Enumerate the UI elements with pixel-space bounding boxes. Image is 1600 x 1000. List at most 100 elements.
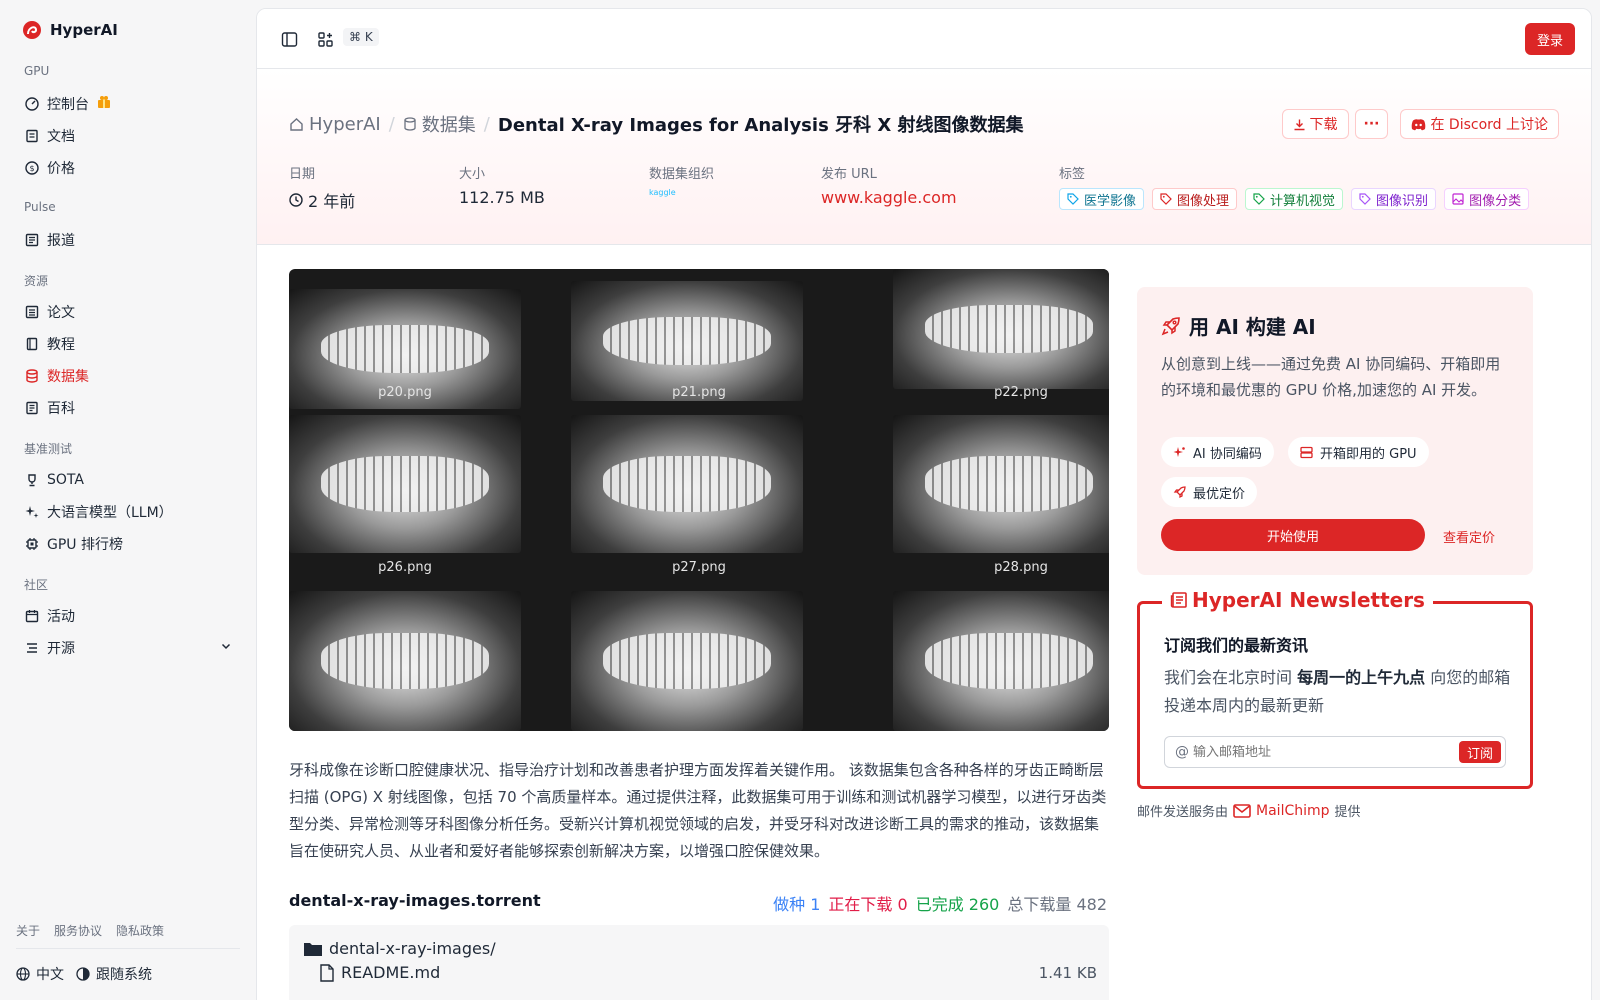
at-icon: @: [1175, 744, 1189, 760]
sidebar-item-label: 开源: [47, 641, 75, 657]
chip-ai-coding: AI 协同编码: [1161, 437, 1274, 467]
sidebar-item-reports[interactable]: 报道: [16, 226, 240, 254]
file-size: 1.41 KB: [1038, 964, 1097, 982]
notebook-icon: [24, 337, 39, 352]
theme-switch[interactable]: 跟随系统: [76, 964, 152, 984]
torrent-name: dental-x-ray-images.torrent: [289, 891, 541, 910]
tag-label: 图像识别: [1376, 193, 1429, 209]
chip-pricing: 最优定价: [1161, 477, 1258, 507]
more-button[interactable]: ···: [1354, 109, 1389, 139]
breadcrumb: HyperAI / 数据集 / Dental X-ray Images for …: [289, 111, 1023, 137]
theme-icon: [76, 967, 90, 981]
xray-thumbnail: [289, 415, 521, 553]
downloading-label: 正在下载: [828, 895, 893, 914]
brand[interactable]: HyperAI: [22, 20, 118, 40]
meta-url-label: 发布 URL: [821, 167, 877, 182]
database-icon: [24, 369, 39, 384]
svg-text:$: $: [29, 164, 34, 173]
subscribe-button[interactable]: 订阅: [1458, 741, 1501, 763]
total-label: 总下载量: [1007, 895, 1072, 914]
sidebar-item-open-source[interactable]: 开源: [16, 634, 240, 662]
mailchimp-label: MailChimp: [1256, 802, 1330, 819]
language-switch[interactable]: 中文: [16, 964, 64, 984]
sidebar: HyperAI GPU 控制台 文档 $ 价格 Pulse 报道 资源 论文 教…: [0, 0, 256, 1000]
newsletter-title-label: HyperAI Newsletters: [1192, 588, 1425, 612]
sidebar-item-label: SOTA: [47, 472, 84, 488]
sidebar-item-events[interactable]: 活动: [16, 602, 240, 630]
dollar-icon: $: [24, 161, 39, 176]
privacy-link[interactable]: 隐私政策: [116, 922, 164, 939]
tag-computer-vision[interactable]: 计算机视觉: [1245, 188, 1344, 210]
promo-title: 用 AI 构建 AI: [1189, 315, 1316, 339]
sidebar-item-docs[interactable]: 文档: [16, 122, 240, 150]
email-input[interactable]: [1189, 744, 1459, 760]
completed-stat: 已完成 260: [916, 891, 1000, 915]
xray-caption: p21.png: [672, 385, 726, 400]
total-downloads-stat: 总下载量 482: [1007, 891, 1107, 915]
meta-size-label: 大小: [459, 167, 486, 182]
command-palette-button[interactable]: [313, 27, 337, 51]
about-link[interactable]: 关于: [16, 922, 40, 939]
globe-icon: [16, 967, 30, 981]
sidebar-divider: [16, 948, 240, 949]
breadcrumb-datasets[interactable]: 数据集: [403, 111, 476, 137]
sidebar-item-console[interactable]: 控制台: [16, 90, 240, 118]
seeding-count: 1: [810, 895, 821, 914]
tag-medical-imaging[interactable]: 医学影像: [1059, 188, 1145, 210]
tag-image-processing[interactable]: 图像处理: [1152, 188, 1238, 210]
book-icon: [24, 129, 39, 144]
meta-org-value[interactable]: kaggle: [649, 188, 714, 197]
xray-caption: p22.png: [994, 385, 1048, 400]
newsletter-card: HyperAI Newsletters 订阅我们的最新资讯 我们会在北京时间 每…: [1137, 588, 1533, 789]
meta-url: 发布 URL www.kaggle.com: [821, 163, 957, 207]
toggle-sidebar-button[interactable]: [277, 27, 301, 51]
sidebar-item-pricing[interactable]: $ 价格: [16, 154, 240, 182]
sidebar-toggle-icon: [281, 31, 297, 47]
sidebar-item-label: 控制台: [47, 97, 89, 113]
meta-org-label: 数据集组织: [649, 167, 715, 182]
xray-caption: p20.png: [378, 385, 432, 400]
mailchimp-link[interactable]: MailChimp: [1233, 803, 1330, 819]
xray-thumbnail: [571, 591, 803, 731]
breadcrumb-separator: /: [483, 113, 490, 135]
database-icon: [404, 117, 416, 131]
view-pricing-link[interactable]: 查看定价: [1443, 527, 1495, 546]
terms-link[interactable]: 服务协议: [54, 922, 102, 939]
sidebar-item-gpu-leaderboard[interactable]: GPU 排行榜: [16, 530, 240, 558]
topbar: ⌘ K 登录: [257, 9, 1591, 69]
list-icon: [24, 641, 39, 656]
tag-image-recognition[interactable]: 图像识别: [1351, 188, 1437, 210]
chip-gpu: 开箱即用的 GPU: [1288, 437, 1429, 467]
sidebar-item-papers[interactable]: 论文: [16, 298, 240, 326]
dataset-description: 牙科成像在诊断口腔健康状况、指导治疗计划和改善患者护理方面发挥着关键作用。 该数…: [289, 761, 1107, 860]
trophy-icon: [24, 473, 39, 488]
login-button[interactable]: 登录: [1525, 23, 1575, 55]
chevron-down-icon[interactable]: [220, 640, 232, 656]
home-icon: [290, 117, 303, 131]
xray-thumbnail: [893, 591, 1109, 731]
xray-caption: p26.png: [378, 560, 432, 575]
discord-label: 在 Discord 上讨论: [1430, 117, 1548, 133]
file-row[interactable]: README.md: [319, 963, 440, 982]
sidebar-item-label: 文档: [47, 129, 75, 145]
discord-button[interactable]: 在 Discord 上讨论: [1400, 109, 1559, 139]
get-started-button[interactable]: 开始使用: [1161, 519, 1425, 551]
source-url-link[interactable]: www.kaggle.com: [821, 188, 957, 207]
newsletter-title: HyperAI Newsletters: [1162, 588, 1433, 612]
tag-image-classification[interactable]: 图像分类: [1444, 188, 1530, 210]
meta-date-label: 日期: [289, 167, 316, 182]
download-button[interactable]: 下载: [1281, 109, 1349, 139]
meta-date-value: 2 年前: [308, 192, 356, 211]
newsletter-text: 我们会在北京时间 每周一的上午九点 向您的邮箱投递本周内的最新更新: [1164, 664, 1514, 720]
sidebar-item-tutorials[interactable]: 教程: [16, 330, 240, 358]
mail-icon: [1233, 803, 1251, 818]
sidebar-item-sota[interactable]: SOTA: [16, 466, 240, 494]
sidebar-item-llm[interactable]: 大语言模型（LLM）: [16, 498, 240, 526]
folder-row[interactable]: dental-x-ray-images/: [303, 939, 496, 958]
sidebar-item-wiki[interactable]: 百科: [16, 394, 240, 422]
sidebar-item-datasets[interactable]: 数据集: [16, 362, 240, 390]
rocket-icon: [1173, 485, 1186, 498]
breadcrumb-home[interactable]: HyperAI: [289, 114, 381, 135]
hyperai-logo-icon: [23, 21, 41, 39]
rocket-icon: [1161, 316, 1180, 335]
